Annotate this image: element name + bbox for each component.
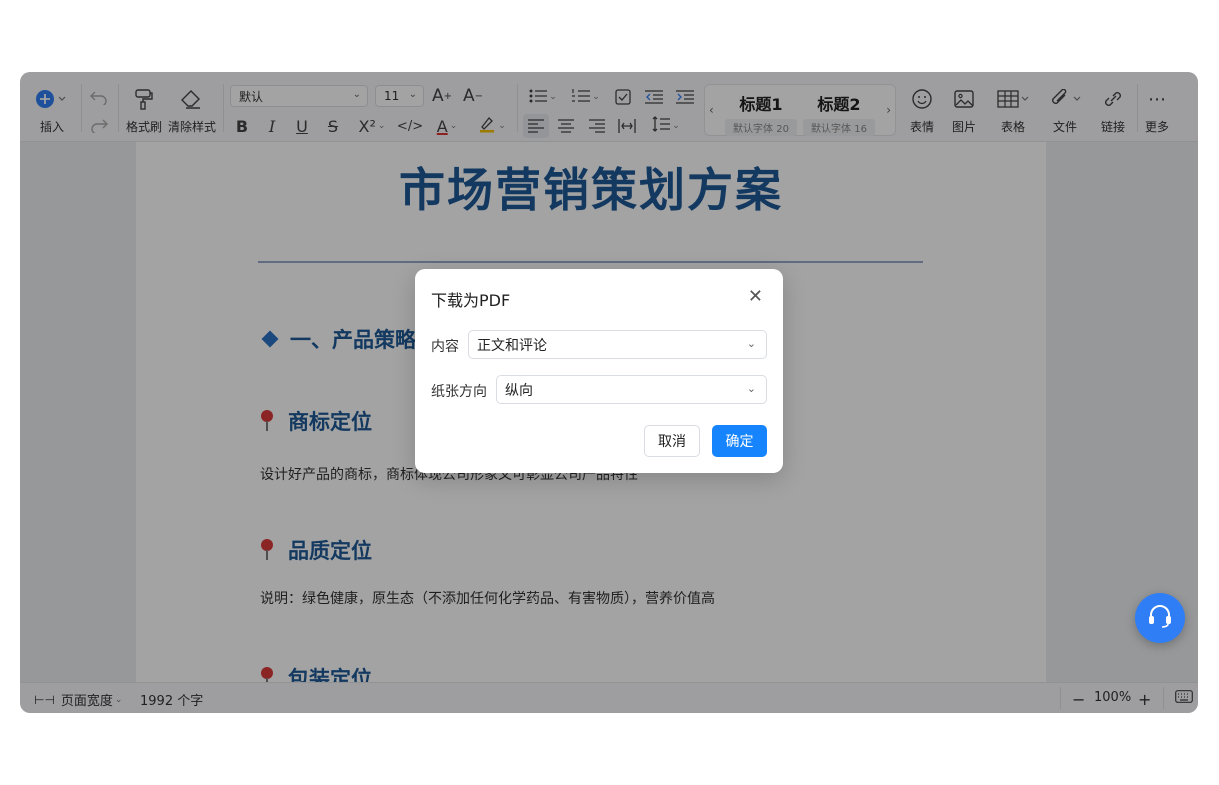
close-icon[interactable]: ✕ xyxy=(748,286,763,307)
content-select[interactable]: 正文和评论 ⌄ xyxy=(468,330,767,359)
content-label: 内容 xyxy=(431,339,459,355)
customer-support-button[interactable] xyxy=(1135,593,1185,643)
chevron-down-icon: ⌄ xyxy=(746,382,756,395)
orientation-select-value: 纵向 xyxy=(505,382,533,399)
content-select-value: 正文和评论 xyxy=(477,337,547,354)
dialog-title: 下载为PDF xyxy=(431,291,511,310)
headset-icon xyxy=(1146,603,1174,633)
download-pdf-dialog: 下载为PDF ✕ 内容 正文和评论 ⌄ 纸张方向 纵向 ⌄ 取消 确定 xyxy=(415,269,783,473)
orientation-select[interactable]: 纵向 ⌄ xyxy=(496,375,767,404)
orientation-label: 纸张方向 xyxy=(431,384,487,400)
chevron-down-icon: ⌄ xyxy=(746,337,756,350)
cancel-button[interactable]: 取消 xyxy=(644,425,700,457)
confirm-button[interactable]: 确定 xyxy=(712,425,767,457)
